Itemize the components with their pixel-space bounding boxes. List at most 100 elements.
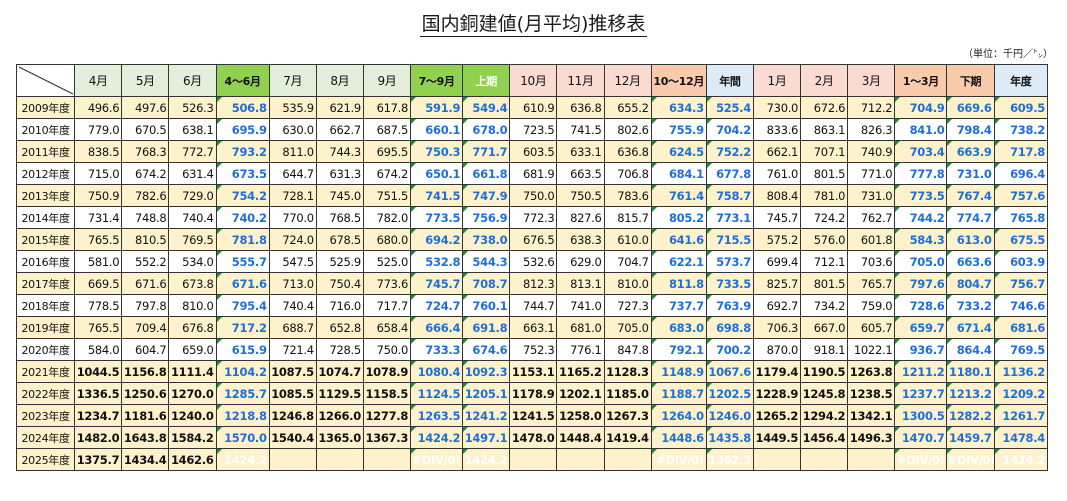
row-label: 2025年度 — [15, 448, 76, 471]
table-cell: 781.0 — [800, 184, 849, 207]
table-cell: 1111.4 — [168, 360, 217, 383]
column-header: 8月 — [315, 64, 364, 97]
table-cell: 1449.5 — [752, 426, 802, 449]
table-cell: 847.8 — [603, 338, 652, 361]
table-cell: 750.5 — [556, 184, 605, 207]
table-cell: 765.7 — [847, 272, 896, 295]
row-label: 2019年度 — [15, 316, 76, 339]
table-cell: 774.7 — [946, 206, 995, 229]
table-cell: 1470.7 — [894, 426, 948, 449]
table-cell: 1448.6 — [650, 426, 707, 449]
table-cell: 1153.1 — [509, 360, 558, 383]
table-cell: 767.4 — [946, 184, 995, 207]
table-cell: 833.6 — [752, 118, 802, 141]
column-header: 1月 — [752, 64, 802, 97]
table-cell: 641.6 — [650, 228, 707, 251]
table-cell: 1185.0 — [603, 382, 652, 405]
table-row: 2019年度 765.5 709.4 676.8 717.2 688.7 652.8 658.… — [15, 316, 1049, 339]
table-cell: 1367.3 — [362, 426, 412, 449]
table-cell: 636.8 — [556, 96, 605, 119]
table-row: 2011年度 838.5 768.3 772.7 793.2 811.0 744.3 695.… — [15, 140, 1049, 163]
table-cell: 706.3 — [752, 316, 802, 339]
table-cell: 1424.2 — [410, 426, 464, 449]
table-cell: 716.0 — [315, 294, 364, 317]
table-cell: 671.4 — [946, 316, 995, 339]
table-cell: 715.5 — [705, 228, 754, 251]
table-cell: 706.8 — [603, 162, 652, 185]
table-cell: 584.0 — [74, 338, 123, 361]
table-cell: 683.0 — [650, 316, 707, 339]
table-cell: 663.6 — [946, 250, 995, 273]
table-cell: 1165.2 — [556, 360, 605, 383]
table-cell: 1540.4 — [268, 426, 317, 449]
table-cell: 1136.2 — [993, 360, 1049, 383]
table-cell: 757.6 — [993, 184, 1049, 207]
table-cell: 695.5 — [362, 140, 412, 163]
table-cell: 741.0 — [556, 294, 605, 317]
table-cell: 663.5 — [556, 162, 605, 185]
table-cell: 797.6 — [894, 272, 948, 295]
table-cell: 1456.4 — [800, 426, 849, 449]
table-cell: 936.7 — [894, 338, 948, 361]
table-cell: 768.5 — [315, 206, 364, 229]
table-cell: 603.9 — [993, 250, 1049, 273]
table-cell: 755.9 — [650, 118, 707, 141]
table-cell: 815.7 — [603, 206, 652, 229]
table-cell: 1078.9 — [362, 360, 412, 383]
column-header: 7～9月 — [410, 64, 464, 97]
table-cell: 1258.0 — [556, 404, 605, 427]
page-title: 国内銅建値(月平均)推移表 — [419, 13, 648, 37]
table-cell: 663.1 — [509, 316, 558, 339]
table-cell: 667.0 — [800, 316, 849, 339]
column-header: 10～12月 — [650, 64, 707, 97]
table-cell: 870.0 — [752, 338, 802, 361]
table-row: 2012年度 715.0 674.2 631.4 673.5 644.7 631.3 674.… — [15, 162, 1049, 185]
table-row: 2015年度 765.5 810.5 769.5 781.8 724.0 678.5 680.… — [15, 228, 1049, 251]
table-cell: 1190.5 — [800, 360, 849, 383]
row-label: 2018年度 — [15, 294, 76, 317]
table-cell: 761.4 — [650, 184, 707, 207]
table-cell: 1263.8 — [847, 360, 896, 383]
table-row: 2024年度 1482.0 1643.8 1584.2 1570.0 1540.4 1365… — [15, 426, 1049, 449]
table-cell: 676.5 — [509, 228, 558, 251]
table-cell — [800, 448, 849, 471]
table-cell: 738.0 — [462, 228, 511, 251]
table-cell: 1285.7 — [215, 382, 270, 405]
table-cell: 1209.2 — [993, 382, 1049, 405]
table-cell: 666.4 — [410, 316, 464, 339]
column-header: 4月 — [74, 64, 123, 97]
row-label: 2016年度 — [15, 250, 76, 273]
table-cell: 525.4 — [705, 96, 754, 119]
table-cell: 731.4 — [74, 206, 123, 229]
column-header: 6月 — [168, 64, 217, 97]
table-cell: 613.0 — [946, 228, 995, 251]
table-row: 2014年度 731.4 748.8 740.4 740.2 770.0 768.5 782.… — [15, 206, 1049, 229]
table-cell: 724.7 — [410, 294, 464, 317]
table-cell: 741.5 — [410, 184, 464, 207]
table-cell: 684.1 — [650, 162, 707, 185]
table-cell: 712.1 — [800, 250, 849, 273]
table-cell: 691.8 — [462, 316, 511, 339]
table-cell: 610.0 — [603, 228, 652, 251]
table-cell: 733.2 — [946, 294, 995, 317]
table-cell: 674.6 — [462, 338, 511, 361]
table-cell: 663.9 — [946, 140, 995, 163]
table-cell: 782.0 — [362, 206, 412, 229]
table-cell: 728.5 — [315, 338, 364, 361]
table-cell: 810.5 — [121, 228, 170, 251]
table-cell: 792.1 — [650, 338, 707, 361]
table-cell: 615.9 — [215, 338, 270, 361]
row-label: 2015年度 — [15, 228, 76, 251]
table-cell: 704.7 — [603, 250, 652, 273]
table-cell: 1294.2 — [800, 404, 849, 427]
column-header: 3月 — [847, 64, 896, 97]
table-cell: 601.8 — [847, 228, 896, 251]
table-cell: 1375.7 — [74, 448, 123, 471]
table-cell: 681.6 — [993, 316, 1049, 339]
table-cell: 681.0 — [556, 316, 605, 339]
table-cell: 772.3 — [509, 206, 558, 229]
table-cell: 715.0 — [74, 162, 123, 185]
table-cell: 708.7 — [462, 272, 511, 295]
table-cell: 765.8 — [993, 206, 1049, 229]
table-row: 2025年度 1375.7 1434.4 1462.6 1424.2 #DIV/0! 142… — [15, 448, 1049, 471]
